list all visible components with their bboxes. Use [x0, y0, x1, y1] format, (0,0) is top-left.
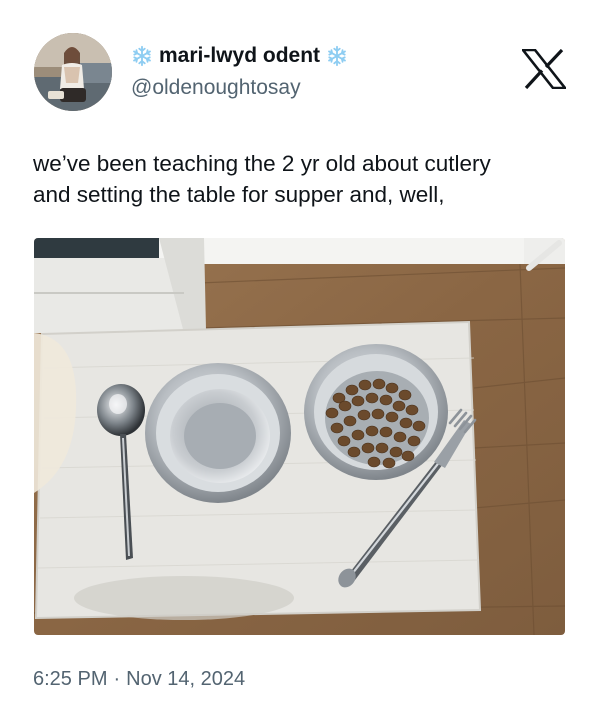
tweet-text-line: and setting the table for supper and, we…: [33, 182, 445, 207]
timestamp-separator: ·: [113, 668, 121, 690]
tweet-date[interactable]: Nov 14, 2024: [126, 668, 245, 691]
x-logo-icon[interactable]: [522, 49, 566, 89]
avatar-image: [34, 33, 112, 111]
tweet-text: we’ve been teaching the 2 yr old about c…: [33, 148, 573, 210]
photo-image: [34, 238, 565, 635]
snowflake-icon: [133, 45, 151, 67]
avatar[interactable]: [34, 33, 112, 111]
tweet-photo[interactable]: [34, 238, 565, 635]
author-display-name[interactable]: mari-lwyd odent: [159, 44, 320, 68]
author-name-row[interactable]: mari-lwyd odent: [131, 44, 348, 68]
tweet-time[interactable]: 6:25 PM: [33, 668, 107, 691]
tweet-text-line: we’ve been teaching the 2 yr old about c…: [33, 151, 491, 176]
author-handle[interactable]: @oldenoughtosay: [131, 76, 301, 100]
tweet-timestamp: 6:25 PM · Nov 14, 2024: [33, 668, 245, 691]
snowflake-icon: [328, 45, 346, 67]
